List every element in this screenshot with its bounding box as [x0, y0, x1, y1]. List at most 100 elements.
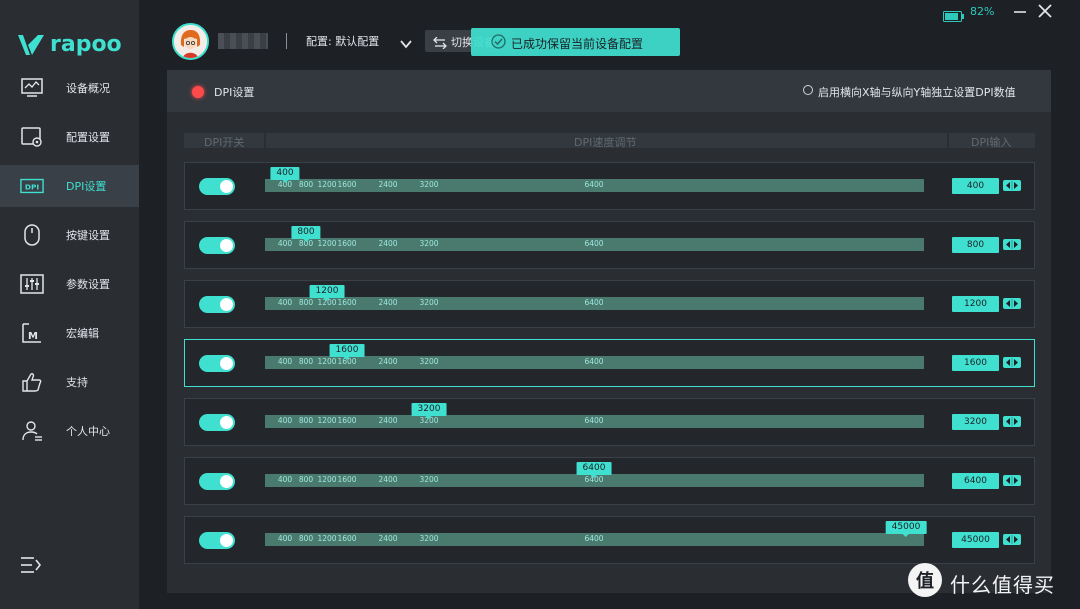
dpi-slider-track[interactable]: 400 800 1200 1600 2400 3200 6400 45000 [265, 521, 927, 546]
toggle-knob [220, 475, 233, 488]
profile-label[interactable]: 配置: 默认配置 [306, 33, 379, 49]
dpi-toggle[interactable] [199, 355, 235, 372]
dpi-slider-track[interactable]: 400 800 1200 1600 2400 3200 6400 1600 [265, 344, 924, 369]
close-icon [1038, 4, 1052, 18]
sidebar-item-params[interactable]: 参数设置 [0, 263, 139, 305]
dpi-input-field[interactable]: 800 [952, 237, 999, 253]
dpi-row[interactable]: 400 800 1200 1600 2400 3200 6400 1200 1200 [184, 280, 1035, 328]
dpi-row[interactable]: 400 800 1200 1600 2400 3200 6400 45000 45000 [184, 516, 1035, 564]
left-right-arrows-icon [1006, 535, 1018, 544]
dpi-input-field[interactable]: 1200 [952, 296, 999, 312]
dpi-input-field[interactable]: 6400 [952, 473, 999, 489]
avatar[interactable] [172, 23, 209, 60]
sidebar-item-overview[interactable]: 设备概况 [0, 67, 139, 109]
dpi-slider-track[interactable]: 400 800 1200 1600 2400 3200 6400 3200 [265, 403, 924, 428]
column-header-slider: DPI速度调节 [266, 133, 947, 149]
dpi-slider-track[interactable]: 400 800 1200 1600 2400 3200 6400 400 [265, 167, 924, 192]
slider-tick-label: 6400 [584, 534, 604, 543]
sidebar-item-label: 设备概况 [66, 82, 110, 95]
toast-message: 已成功保留当前设备配置 [511, 37, 644, 51]
close-button[interactable] [1037, 3, 1053, 19]
dpi-toggle[interactable] [199, 414, 235, 431]
svg-text:DPI: DPI [25, 183, 40, 192]
sidebar-item-dpi[interactable]: DPI DPI设置 [0, 165, 139, 207]
dpi-slider-track[interactable]: 400 800 1200 1600 2400 3200 6400 800 [265, 226, 924, 251]
sidebar-item-config[interactable]: 配置设置 [0, 116, 139, 158]
slider-tick-label: 1600 [337, 416, 357, 425]
watermark-badge: 值 [908, 563, 942, 597]
success-toast: 已成功保留当前设备配置 [471, 28, 680, 56]
dpi-input-field[interactable]: 3200 [952, 414, 999, 430]
dpi-stepper-buttons[interactable] [1003, 534, 1021, 545]
slider-tick-label: 400 [277, 416, 293, 425]
dpi-slider-track[interactable]: 400 800 1200 1600 2400 3200 6400 6400 [265, 462, 924, 487]
slider-tick-label: 2400 [378, 416, 398, 425]
sidebar-item-user[interactable]: 个人中心 [0, 410, 139, 452]
slider-tick-label: 400 [277, 357, 293, 366]
slider-tick-label: 1600 [337, 239, 357, 248]
slider-tick-label: 1200 [317, 180, 337, 189]
slider-handle-value[interactable]: 1600 [329, 344, 365, 360]
dpi-toggle[interactable] [199, 237, 235, 254]
sidebar-item-keys[interactable]: 按键设置 [0, 214, 139, 256]
slider-tick-label: 1200 [317, 475, 337, 484]
dpi-stepper-buttons[interactable] [1003, 298, 1021, 309]
minimize-icon [1014, 11, 1026, 13]
slider-tick-label: 3200 [419, 534, 439, 543]
dpi-row[interactable]: 400 800 1200 1600 2400 3200 6400 400 400 [184, 162, 1035, 210]
check-circle-icon [491, 34, 506, 53]
dpi-row[interactable]: 400 800 1200 1600 2400 3200 6400 1600 1600 [184, 339, 1035, 387]
left-right-arrows-icon [1006, 299, 1018, 308]
dpi-stepper-buttons[interactable] [1003, 357, 1021, 368]
svg-text:M: M [28, 331, 38, 342]
slider-tick-label: 2400 [378, 298, 398, 307]
left-right-arrows-icon [1006, 358, 1018, 367]
slider-handle-value[interactable]: 1200 [309, 285, 345, 301]
slider-tick-label: 800 [298, 357, 314, 366]
dpi-stepper-buttons[interactable] [1003, 416, 1021, 427]
dpi-row[interactable]: 400 800 1200 1600 2400 3200 6400 6400 6400 [184, 457, 1035, 505]
slider-tick-label: 3200 [419, 357, 439, 366]
slider-tick-label: 800 [298, 298, 314, 307]
slider-handle-value[interactable]: 45000 [885, 521, 927, 537]
dpi-toggle[interactable] [199, 296, 235, 313]
chevron-down-icon[interactable] [400, 34, 412, 53]
username-redacted [218, 33, 268, 49]
slider-handle-value[interactable]: 400 [270, 167, 300, 183]
collapse-menu-button[interactable] [20, 556, 44, 578]
dpi-stepper-buttons[interactable] [1003, 239, 1021, 250]
watermark-badge-text: 值 [916, 571, 934, 592]
xy-independent-radio[interactable] [803, 85, 813, 95]
dpi-toggle[interactable] [199, 178, 235, 195]
rapoo-v-icon [18, 34, 44, 55]
sidebar-item-label: DPI设置 [66, 180, 107, 193]
slider-tick-label: 2400 [378, 475, 398, 484]
column-label: DPI输入 [971, 136, 1012, 149]
slider-handle-value[interactable]: 6400 [576, 462, 612, 478]
toggle-knob [220, 298, 233, 311]
column-header-input: DPI输入 [949, 133, 1035, 149]
slider-tick-label: 1600 [337, 180, 357, 189]
dpi-input-field[interactable]: 45000 [952, 532, 999, 548]
header-divider [286, 33, 287, 49]
slider-handle-value[interactable]: 3200 [411, 403, 447, 419]
slider-handle-value[interactable]: 800 [291, 226, 321, 242]
dpi-toggle[interactable] [199, 532, 235, 549]
dpi-row[interactable]: 400 800 1200 1600 2400 3200 6400 3200 3200 [184, 398, 1035, 446]
sidebar-item-label: 配置设置 [66, 131, 110, 144]
dpi-input-field[interactable]: 1600 [952, 355, 999, 371]
sidebar-item-support[interactable]: 支持 [0, 361, 139, 403]
dpi-stepper-buttons[interactable] [1003, 475, 1021, 486]
minimize-button[interactable] [1012, 3, 1028, 19]
sidebar-item-macro[interactable]: M 宏编辑 [0, 312, 139, 354]
sidebar-item-label: 按键设置 [66, 229, 110, 242]
xy-independent-label[interactable]: 启用横向X轴与纵向Y轴独立设置DPI数值 [818, 84, 1016, 100]
dpi-stepper-buttons[interactable] [1003, 180, 1021, 191]
dpi-row[interactable]: 400 800 1200 1600 2400 3200 6400 800 800 [184, 221, 1035, 269]
dpi-input-field[interactable]: 400 [952, 178, 999, 194]
slider-tick-label: 6400 [584, 180, 604, 189]
dpi-slider-track[interactable]: 400 800 1200 1600 2400 3200 6400 1200 [265, 285, 924, 310]
slider-tick-label: 6400 [584, 298, 604, 307]
thumbs-up-icon [20, 370, 44, 394]
dpi-toggle[interactable] [199, 473, 235, 490]
